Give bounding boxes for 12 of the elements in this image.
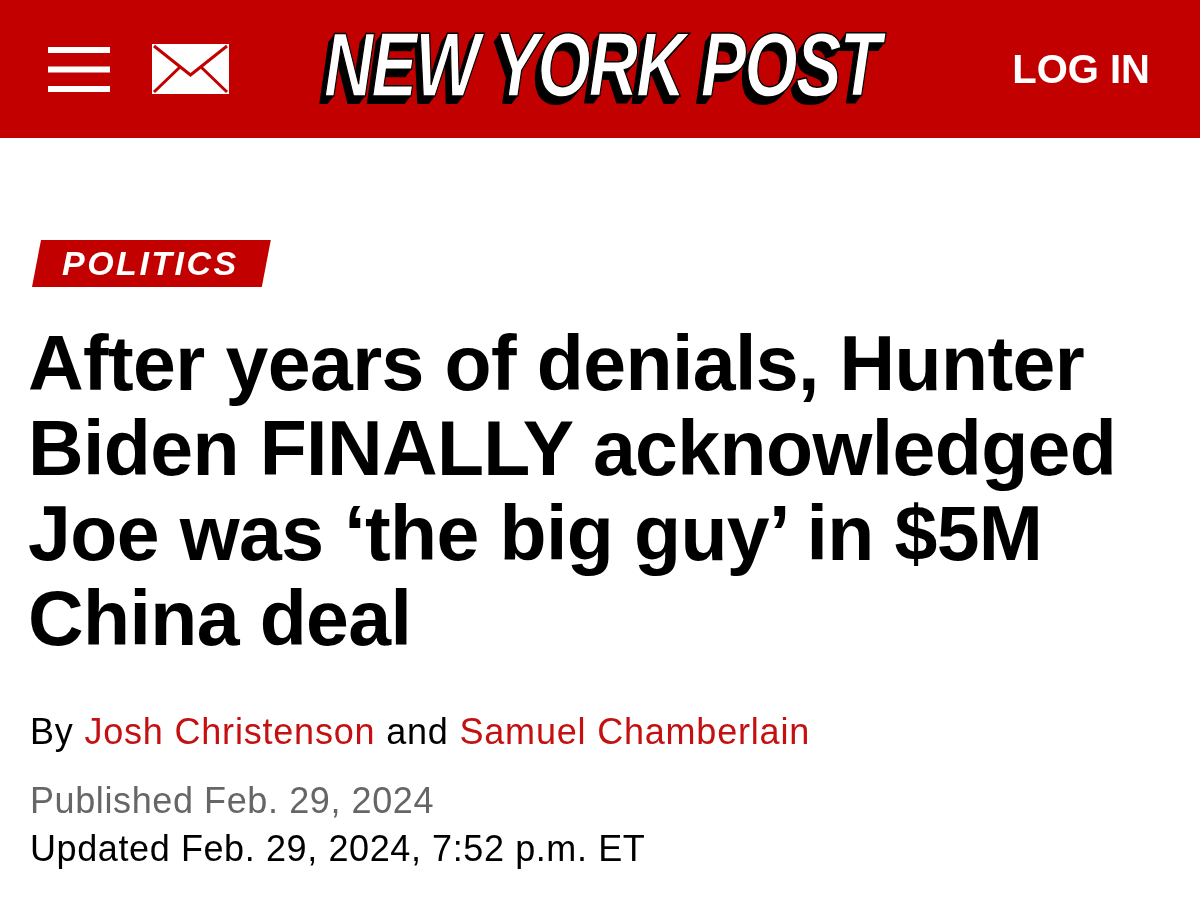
byline: By Josh Christenson and Samuel Chamberlain xyxy=(30,711,812,753)
login-link[interactable]: LOG IN xyxy=(1012,46,1150,92)
menu-icon xyxy=(48,46,110,92)
updated-date: Updated Feb. 29, 2024, 7:52 p.m. ET xyxy=(30,827,647,871)
headline: After years of denials, Hunter Biden FINALLY acknowledged Joe was ‘the big guy’ in $5M China deal xyxy=(28,321,1118,661)
menu-button[interactable] xyxy=(48,46,110,92)
envelope-icon xyxy=(152,44,229,94)
author-link[interactable]: Samuel Chamberlain xyxy=(459,711,811,752)
author-link[interactable]: Josh Christenson xyxy=(84,711,376,752)
section-tag[interactable]: POLITICS xyxy=(32,240,271,287)
mail-button[interactable] xyxy=(152,44,229,94)
published-date: Published Feb. 29, 2024 xyxy=(30,779,436,823)
